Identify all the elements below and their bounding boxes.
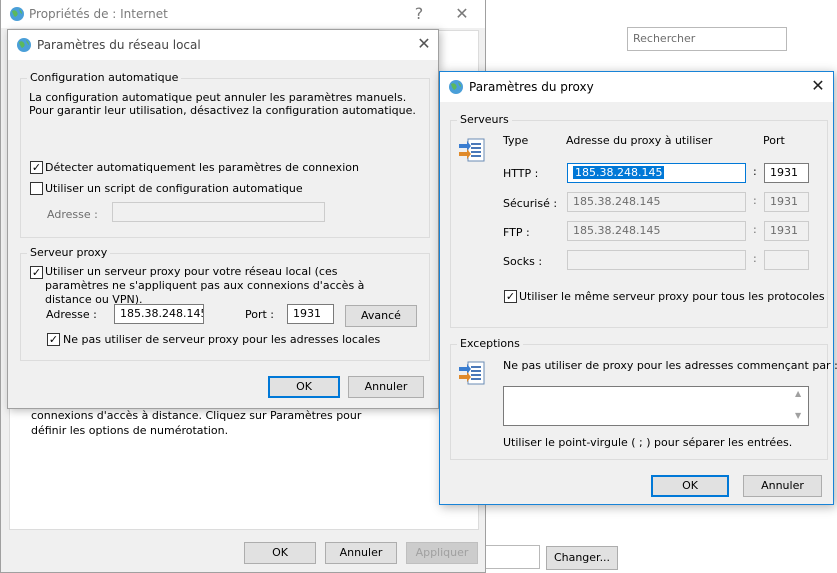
exceptions-description: Ne pas utiliser de proxy pour les adress… [503,359,837,372]
internet-apply-button[interactable]: Appliquer [406,542,478,564]
lan-settings-dialog: Paramètres du réseau local ✕ Configurati… [7,29,439,409]
lan-settings-title: Paramètres du réseau local [37,38,201,52]
col-port-header: Port [763,134,785,147]
secure-address-input[interactable]: 185.38.248.145 [567,192,746,212]
use-proxy-checkbox[interactable]: ✓ [30,266,43,279]
socks-port-input[interactable] [764,250,809,270]
ftp-colon: : [753,223,757,236]
http-port-input[interactable]: 1931 [764,163,809,183]
exceptions-group-label: Exceptions [457,337,523,350]
lan-cancel-button[interactable]: Annuler [348,376,424,398]
proxy-port-label: Port : [245,308,275,321]
proxy-exceptions-icon [459,361,485,385]
internet-properties-titlebar: Propriétés de : Internet ? ✕ [1,0,485,28]
lan-close-button[interactable]: ✕ [409,33,439,57]
http-address-input[interactable]: 185.38.248.145 [567,163,746,183]
ftp-port-input[interactable]: 1931 [764,221,809,241]
servers-group-label: Serveurs [457,113,512,126]
proxy-servers-icon [459,138,485,162]
secure-port-input[interactable]: 1931 [764,192,809,212]
detect-settings-label: Détecter automatiquement les paramètres … [45,161,359,174]
col-address-header: Adresse du proxy à utiliser [566,134,713,147]
search-input[interactable]: Rechercher [627,27,787,51]
http-colon: : [753,165,757,178]
script-address-label: Adresse : [47,208,98,221]
script-address-input[interactable] [112,202,325,222]
bypass-local-label: Ne pas utiliser de serveur proxy pour le… [63,333,381,346]
auto-script-label: Utiliser un script de configuration auto… [45,182,303,195]
proxy-close-button[interactable]: ✕ [803,75,833,99]
http-type-label: HTTP : [503,167,539,180]
advanced-button[interactable]: Avancé [345,305,417,327]
proxy-server-group-label: Serveur proxy [27,246,111,259]
lan-globe-icon [17,38,31,52]
proxy-globe-icon [449,80,463,94]
scroll-down-icon[interactable]: ▼ [795,411,801,420]
internet-properties-close-button[interactable]: ✕ [447,3,477,27]
use-proxy-label: Utiliser un serveur proxy pour votre rés… [45,265,365,306]
help-button[interactable]: ? [404,3,434,27]
same-proxy-label: Utiliser le même serveur proxy pour tous… [519,290,825,303]
proxy-address-label: Adresse : [46,308,97,321]
internet-properties-title: Propriétés de : Internet [29,7,168,21]
col-type-header: Type [503,134,529,147]
secure-colon: : [753,194,757,207]
exceptions-textarea[interactable] [503,386,809,426]
proxy-cancel-button[interactable]: Annuler [743,475,822,497]
auto-config-description: La configuration automatique peut annule… [29,91,416,117]
ftp-address-input[interactable]: 185.38.248.145 [567,221,746,241]
change-button[interactable]: Changer... [546,546,618,570]
http-address-selected-text: 185.38.248.145 [573,166,665,179]
scroll-up-icon[interactable]: ▲ [795,389,801,398]
socks-address-input[interactable] [567,250,746,270]
proxy-address-input[interactable]: 185.38.248.145 [114,304,204,324]
socks-colon: : [753,252,757,265]
auto-script-checkbox[interactable] [30,182,43,195]
proxy-ok-button[interactable]: OK [651,475,729,497]
lan-ok-button[interactable]: OK [268,376,340,398]
internet-cancel-button[interactable]: Annuler [325,542,397,564]
internet-globe-icon [10,7,24,21]
same-proxy-checkbox[interactable]: ✓ [504,290,517,303]
lan-settings-titlebar: Paramètres du réseau local ✕ [8,30,438,60]
dialup-description: connexions d'accès à distance. Cliquez s… [31,409,362,437]
exceptions-hint: Utiliser le point-virgule ( ; ) pour sép… [503,436,793,449]
bypass-local-checkbox[interactable]: ✓ [47,333,60,346]
detect-settings-checkbox[interactable]: ✓ [30,161,43,174]
ftp-type-label: FTP : [503,226,530,239]
auto-config-group-label: Configuration automatique [27,71,182,84]
socks-type-label: Socks : [503,255,543,268]
background-field[interactable] [484,545,540,569]
proxy-settings-titlebar: Paramètres du proxy ✕ [440,72,833,102]
proxy-settings-dialog: Paramètres du proxy ✕ Serveurs Type Adre… [439,71,837,505]
proxy-port-input[interactable]: 1931 [287,304,334,324]
secure-type-label: Sécurisé : [503,197,558,210]
proxy-settings-title: Paramètres du proxy [469,80,594,94]
internet-ok-button[interactable]: OK [244,542,316,564]
